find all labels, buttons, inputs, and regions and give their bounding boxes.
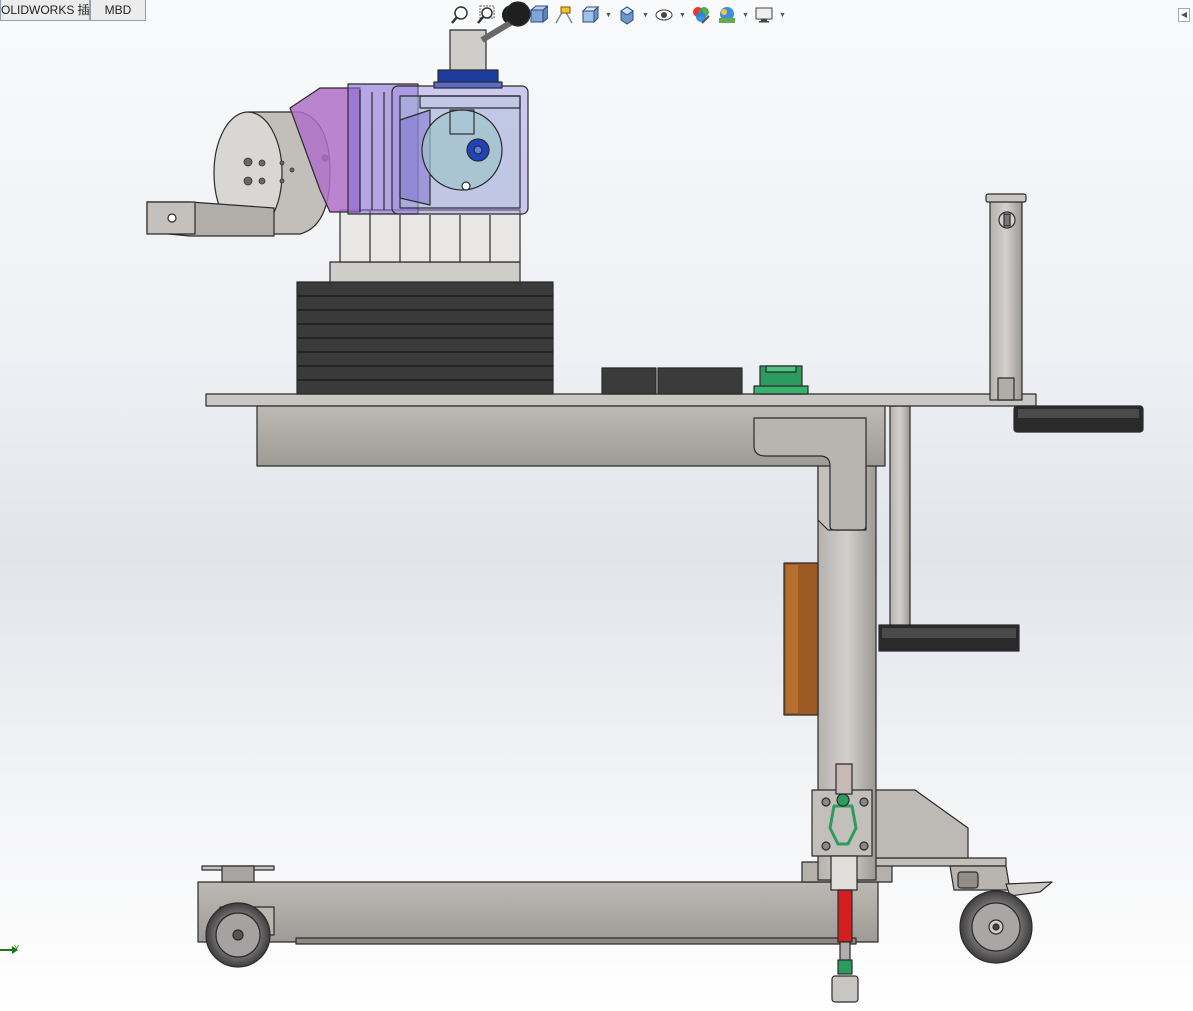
side-tray-upper: [1013, 405, 1144, 433]
support-column: [339, 209, 521, 263]
triad-y-label: Y: [14, 944, 20, 953]
black-block-1: [601, 367, 657, 395]
left-caster-wheel: [205, 902, 271, 968]
base-frame: [197, 789, 1007, 945]
black-block-2: [657, 367, 743, 395]
green-fitting: [753, 365, 809, 395]
side-tray-lower: [878, 624, 1020, 652]
stacked-plate-base: [296, 281, 554, 395]
mount-plate: [329, 261, 521, 283]
right-caster-wheel: [949, 865, 1053, 964]
graphics-area-model[interactable]: [0, 0, 1193, 1011]
vertical-post: [985, 193, 1027, 401]
axis-triad-icon: [0, 946, 18, 954]
clamp-handle: [433, 1, 531, 89]
table-top: [205, 393, 1037, 531]
left-tray: [146, 201, 275, 237]
transparent-arm-housing: [289, 83, 529, 215]
